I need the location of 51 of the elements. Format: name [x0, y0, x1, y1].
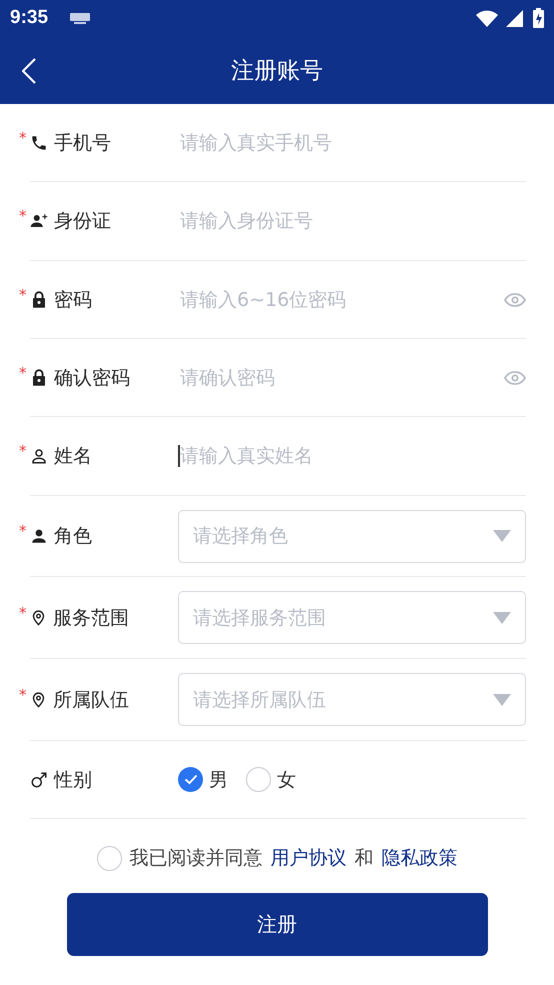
register-button[interactable]: 注册	[66, 893, 488, 956]
person-icon	[30, 527, 48, 545]
field-label: 姓名	[54, 444, 92, 469]
field-label: 身份证	[54, 209, 111, 234]
field-label: 所属队伍	[53, 688, 129, 712]
checkmark-icon	[184, 774, 198, 785]
text-field[interactable]: 请输入真实手机号	[178, 132, 526, 154]
show-password-icon[interactable]	[504, 370, 526, 384]
lock-icon	[30, 290, 48, 309]
field-label: 性别	[54, 768, 92, 792]
status-time: 9:35	[10, 7, 48, 29]
agreement-text: 和	[354, 846, 374, 871]
show-password-icon[interactable]	[504, 292, 526, 306]
field-label: 角色	[54, 524, 92, 549]
dropdown-caret-icon	[493, 612, 511, 624]
text-field[interactable]: 请确认密码	[178, 366, 504, 388]
gender-radio[interactable]: 女	[246, 766, 296, 792]
battery-icon	[533, 8, 544, 28]
required-mark: *	[19, 522, 26, 540]
text-field[interactable]: 请输入真实姓名	[178, 445, 526, 467]
field-label: 确认密码	[54, 366, 130, 390]
male-symbol-icon	[30, 770, 48, 788]
keyboard-icon	[70, 12, 90, 24]
text-field[interactable]: 请输入6~16位密码	[178, 288, 504, 310]
required-mark: *	[19, 128, 26, 146]
gender-radio[interactable]: 男	[178, 766, 228, 792]
agreement-text: 我已阅读并同意	[130, 846, 262, 871]
field-label: 密码	[54, 288, 92, 312]
text-field[interactable]: 请输入身份证号	[178, 210, 526, 232]
person-add-icon	[30, 212, 48, 230]
location-pin-icon	[30, 690, 47, 709]
required-mark: *	[19, 604, 26, 622]
required-mark: *	[19, 207, 26, 225]
user-agreement-link[interactable]: 用户协议	[270, 845, 346, 871]
required-mark: *	[19, 442, 26, 460]
field-label: 服务范围	[53, 606, 129, 630]
dropdown-caret-icon	[493, 694, 511, 706]
location-pin-icon	[30, 608, 47, 627]
person-icon	[30, 447, 48, 465]
wifi-icon	[476, 10, 498, 26]
phone-icon	[30, 134, 48, 152]
lock-icon	[30, 368, 48, 387]
required-mark: *	[19, 686, 26, 704]
privacy-policy-link[interactable]: 隐私政策	[382, 845, 458, 871]
required-mark: *	[19, 364, 26, 382]
dropdown-caret-icon	[493, 530, 511, 542]
field-label: 手机号	[54, 130, 111, 156]
signal-icon	[506, 10, 523, 26]
agree-checkbox[interactable]	[96, 846, 122, 870]
required-mark: *	[19, 286, 26, 304]
page-title: 注册账号	[231, 56, 323, 86]
